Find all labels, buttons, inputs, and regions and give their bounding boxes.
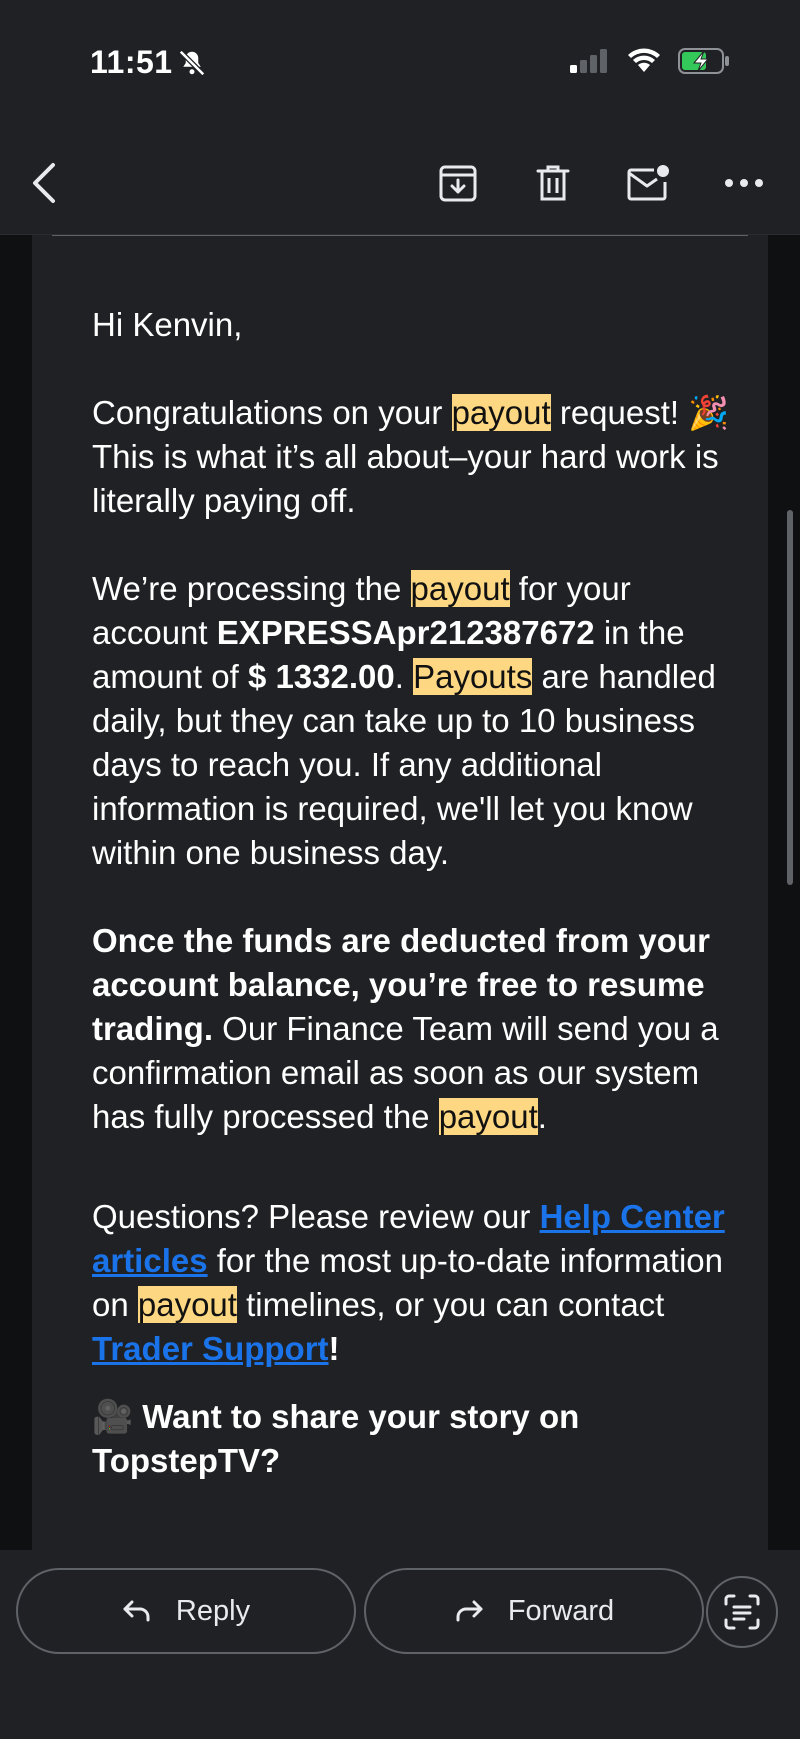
paragraph-questions: Questions? Please review our Help Center… xyxy=(92,1198,725,1367)
search-highlight: payout xyxy=(410,570,510,607)
wifi-icon xyxy=(628,48,660,72)
battery-charging-icon xyxy=(678,48,729,74)
delete-button[interactable] xyxy=(523,153,583,213)
trash-icon xyxy=(536,165,570,201)
section-heading-topsteptv: 🎥 Want to share your story on TopstepTV? xyxy=(92,1398,580,1479)
movie-camera-icon: 🎥 xyxy=(92,1398,134,1435)
forward-arrow-icon xyxy=(456,1600,483,1622)
reply-label: Reply xyxy=(175,1594,251,1627)
scrollbar-thumb[interactable] xyxy=(787,510,793,885)
email-body: Hi Kenvin, Congratulations on your payou… xyxy=(92,303,752,1527)
time-text: 11:51 xyxy=(90,44,173,80)
paragraph-congratulations: Congratulations on your payout request! … xyxy=(92,394,730,519)
status-icons xyxy=(570,48,730,74)
cellular-signal-icon xyxy=(570,49,607,73)
search-highlight: payout xyxy=(438,1098,538,1135)
bell-slash-icon xyxy=(178,49,205,76)
more-options-button[interactable] xyxy=(714,153,774,213)
paragraph-funds: Once the funds are deducted from your ac… xyxy=(92,922,719,1135)
mark-unread-button[interactable] xyxy=(618,153,678,213)
forward-button[interactable]: Forward xyxy=(364,1568,704,1654)
text-scan-icon xyxy=(724,1594,760,1630)
more-horizontal-icon xyxy=(725,179,763,187)
email-toolbar xyxy=(0,125,800,235)
search-highlight: payout xyxy=(137,1286,237,1323)
archive-icon xyxy=(439,165,477,202)
greeting: Hi Kenvin, xyxy=(92,306,243,343)
summarize-button[interactable] xyxy=(706,1576,778,1648)
search-highlight: payout xyxy=(451,394,551,431)
status-time: 11:51 xyxy=(90,44,207,81)
reply-arrow-icon xyxy=(123,1600,150,1622)
status-bar: 11:51 xyxy=(0,0,800,125)
forward-label: Forward xyxy=(507,1594,615,1627)
back-arrow-icon xyxy=(33,163,55,203)
bottom-action-bar: Reply Forward xyxy=(0,1550,800,1739)
reply-button[interactable]: Reply xyxy=(16,1568,356,1654)
back-button[interactable] xyxy=(14,153,74,213)
account-id: EXPRESSApr212387672 xyxy=(216,614,595,651)
archive-button[interactable] xyxy=(428,153,488,213)
paragraph-processing: We’re processing the payout for your acc… xyxy=(92,570,716,871)
trader-support-link[interactable]: Trader Support xyxy=(92,1330,329,1367)
mail-unread-icon xyxy=(627,165,669,201)
card-divider xyxy=(52,235,748,236)
payout-amount: $ 1332.00 xyxy=(247,658,395,695)
email-card: Hi Kenvin, Congratulations on your payou… xyxy=(32,235,768,1550)
search-highlight: Payouts xyxy=(413,658,533,695)
